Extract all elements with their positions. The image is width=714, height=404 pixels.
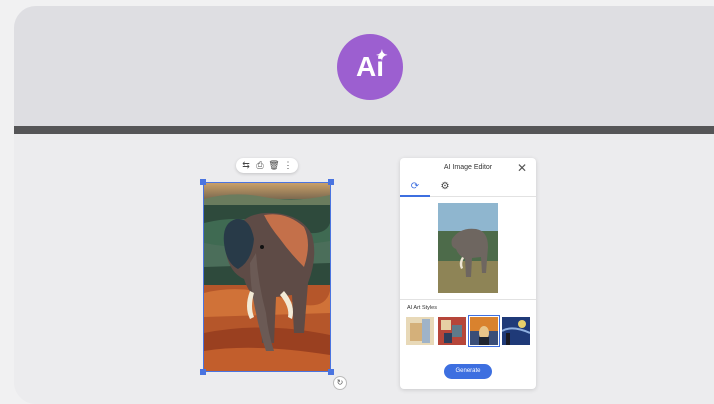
resize-handle-top-right[interactable] (328, 179, 334, 185)
ai-image-editor-panel: AI Image Editor ✕ ⟳ ⚙ AI Art Styles Gene… (400, 158, 536, 389)
panel-tabs: ⟳ ⚙ (400, 178, 536, 197)
more-icon[interactable]: ⋮ (282, 158, 294, 173)
resize-handle-top-left[interactable] (200, 179, 206, 185)
panel-divider (400, 299, 536, 300)
divider-bar (14, 126, 714, 134)
crop-icon[interactable]: ⇆ (240, 158, 252, 173)
resize-handle-bottom-left[interactable] (200, 369, 206, 375)
tab-restyle[interactable]: ⟳ (400, 179, 430, 197)
ai-art-styles-label: AI Art Styles (407, 305, 437, 311)
style-thumb-scream[interactable] (468, 315, 500, 347)
panel-title: AI Image Editor (443, 164, 493, 171)
image-toolbar: ⇆ ⎙ 🗑 ⋮ (236, 158, 298, 173)
resize-handle-bottom-right[interactable] (328, 369, 334, 375)
sparkle-icon: ✦ (376, 47, 388, 63)
generate-button[interactable]: Generate (444, 364, 492, 379)
close-icon[interactable]: ✕ (517, 161, 527, 175)
editor-canvas[interactable] (14, 134, 714, 404)
ai-badge-icon: Ai ✦ (337, 34, 403, 100)
delete-icon[interactable]: 🗑 (268, 158, 280, 173)
header-banner: Ai ✦ (14, 6, 714, 126)
restyle-icon: ⟳ (410, 181, 420, 192)
tab-settings[interactable]: ⚙ (430, 179, 460, 195)
style-thumb-starry-night[interactable] (501, 317, 531, 345)
selected-image[interactable] (200, 179, 334, 375)
style-thumb-mosaic[interactable] (438, 317, 466, 345)
elephant-artwork (204, 183, 330, 371)
rotate-icon[interactable]: ↻ (333, 376, 347, 390)
app-frame: Ai ✦ (14, 6, 714, 404)
lock-icon[interactable]: ⎙ (254, 158, 266, 173)
original-image-preview (438, 203, 498, 293)
settings-icon: ⚙ (440, 181, 450, 192)
style-thumb-watercolor[interactable] (406, 317, 434, 345)
